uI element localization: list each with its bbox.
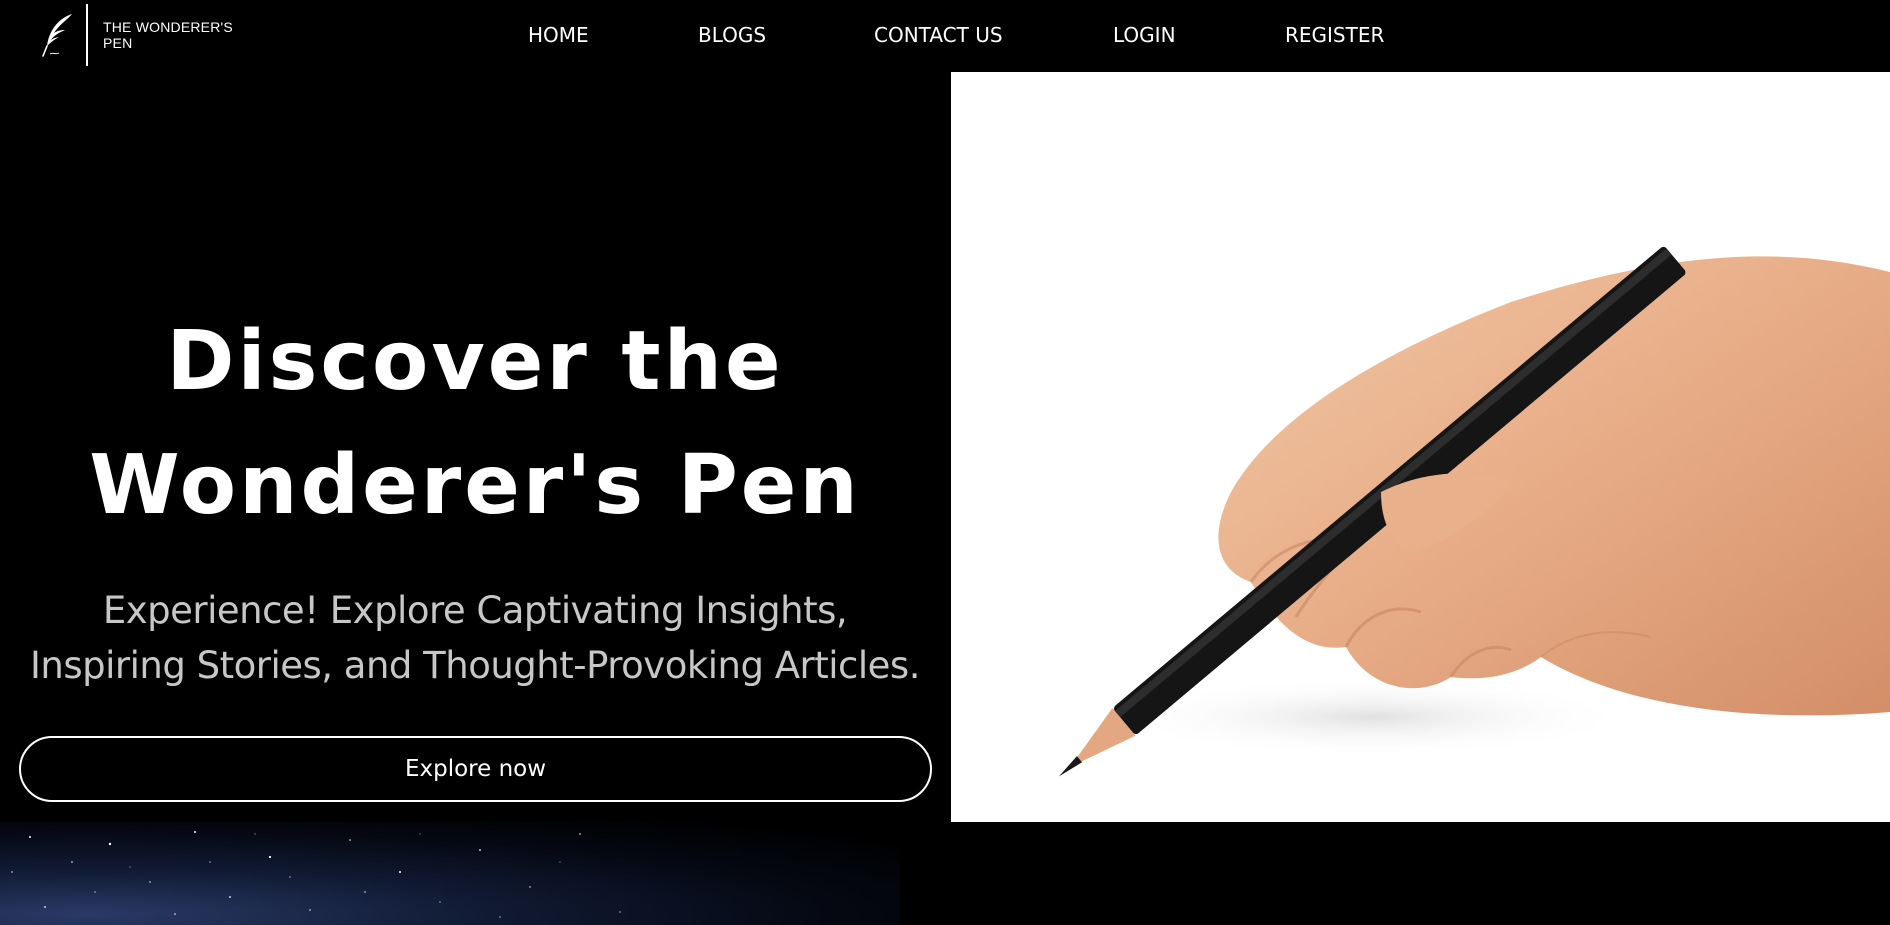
brand-name: THE WONDERER'S PEN — [103, 19, 233, 51]
hero-subtitle: Experience! Explore Captivating Insights… — [30, 589, 920, 687]
nav-home[interactable]: HOME — [528, 22, 589, 48]
nav-contact-us[interactable]: CONTACT US — [874, 22, 1003, 48]
brand-logo[interactable]: THE WONDERER'S PEN — [38, 4, 233, 66]
hand-writing-pencil-illustration — [1058, 246, 1890, 777]
nav-blogs[interactable]: BLOGS — [698, 22, 766, 48]
hero-image — [951, 72, 1890, 822]
nav-login[interactable]: LOGIN — [1113, 22, 1176, 48]
starfield-background — [0, 822, 900, 925]
nav-register[interactable]: REGISTER — [1285, 22, 1384, 48]
landing-page: THE WONDERER'S PEN HOME BLOGS CONTACT US… — [0, 0, 1890, 925]
hero-section: Discover the Wonderer's Pen Experience! … — [0, 70, 950, 820]
explore-now-button[interactable]: Explore now — [19, 736, 932, 802]
feather-quill-icon — [38, 10, 78, 60]
top-navbar: THE WONDERER'S PEN HOME BLOGS CONTACT US… — [0, 0, 1890, 70]
brand-divider — [86, 4, 88, 66]
hero-title: Discover the Wonderer's Pen — [89, 314, 861, 533]
